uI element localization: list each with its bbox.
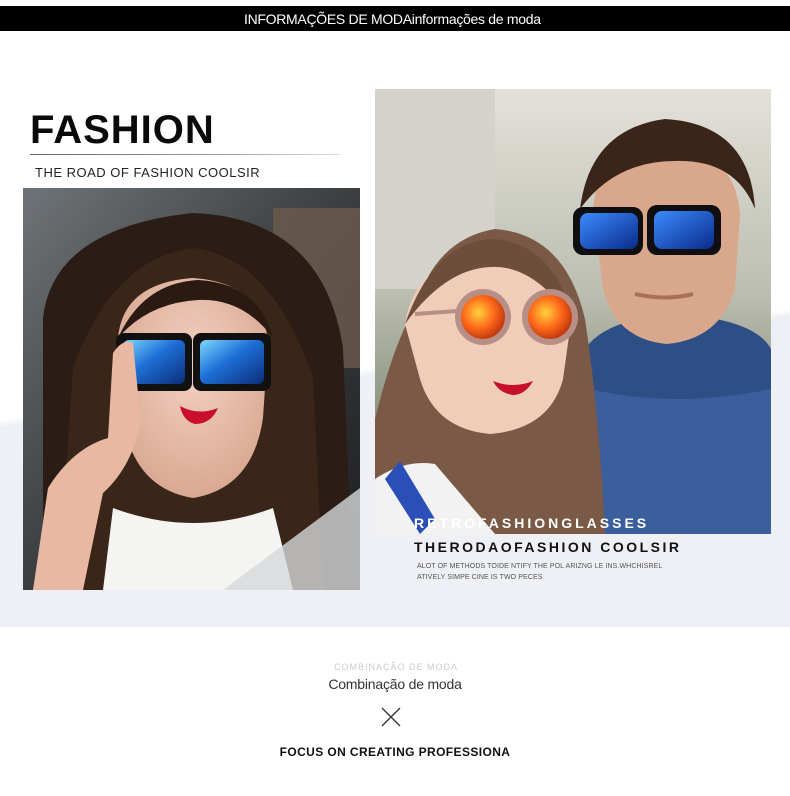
faded-section-label: COMBINAÇÃO DE MODA — [334, 662, 458, 671]
feature-description-line: ATIVELY SIMPE CINE IS TWO PECES — [417, 574, 543, 581]
feature-title: THERODAOFASHION COOLSIR — [414, 539, 682, 555]
heading-divider — [30, 154, 340, 155]
feature-description: ALOT OF METHODS TOIDE NTIFY THE POL ARIZ… — [417, 561, 717, 583]
woman-sunglasses-photo — [23, 188, 360, 590]
section-tagline: FOCUS ON CREATING PROFESSIONA — [279, 745, 511, 759]
fashion-heading: FASHION — [30, 108, 215, 152]
fashion-subheading: THE ROAD OF FASHION COOLSIR — [35, 165, 261, 180]
retro-glasses-overlay-title: RETROFASHIONGLASSES — [414, 515, 650, 531]
top-banner: INFORMAÇÕES DE MODAinformações de moda — [0, 6, 790, 31]
woman-sunglasses-illustration — [23, 188, 360, 590]
close-x-icon — [381, 707, 401, 727]
feature-description-line: ALOT OF METHODS TOIDE NTIFY THE POL ARIZ… — [417, 563, 663, 570]
banner-title: INFORMAÇÕES DE MODAinformações de moda — [244, 11, 541, 27]
section-title: Combinação de moda — [328, 676, 462, 692]
couple-sunglasses-illustration — [375, 89, 771, 534]
couple-sunglasses-photo — [375, 89, 771, 534]
